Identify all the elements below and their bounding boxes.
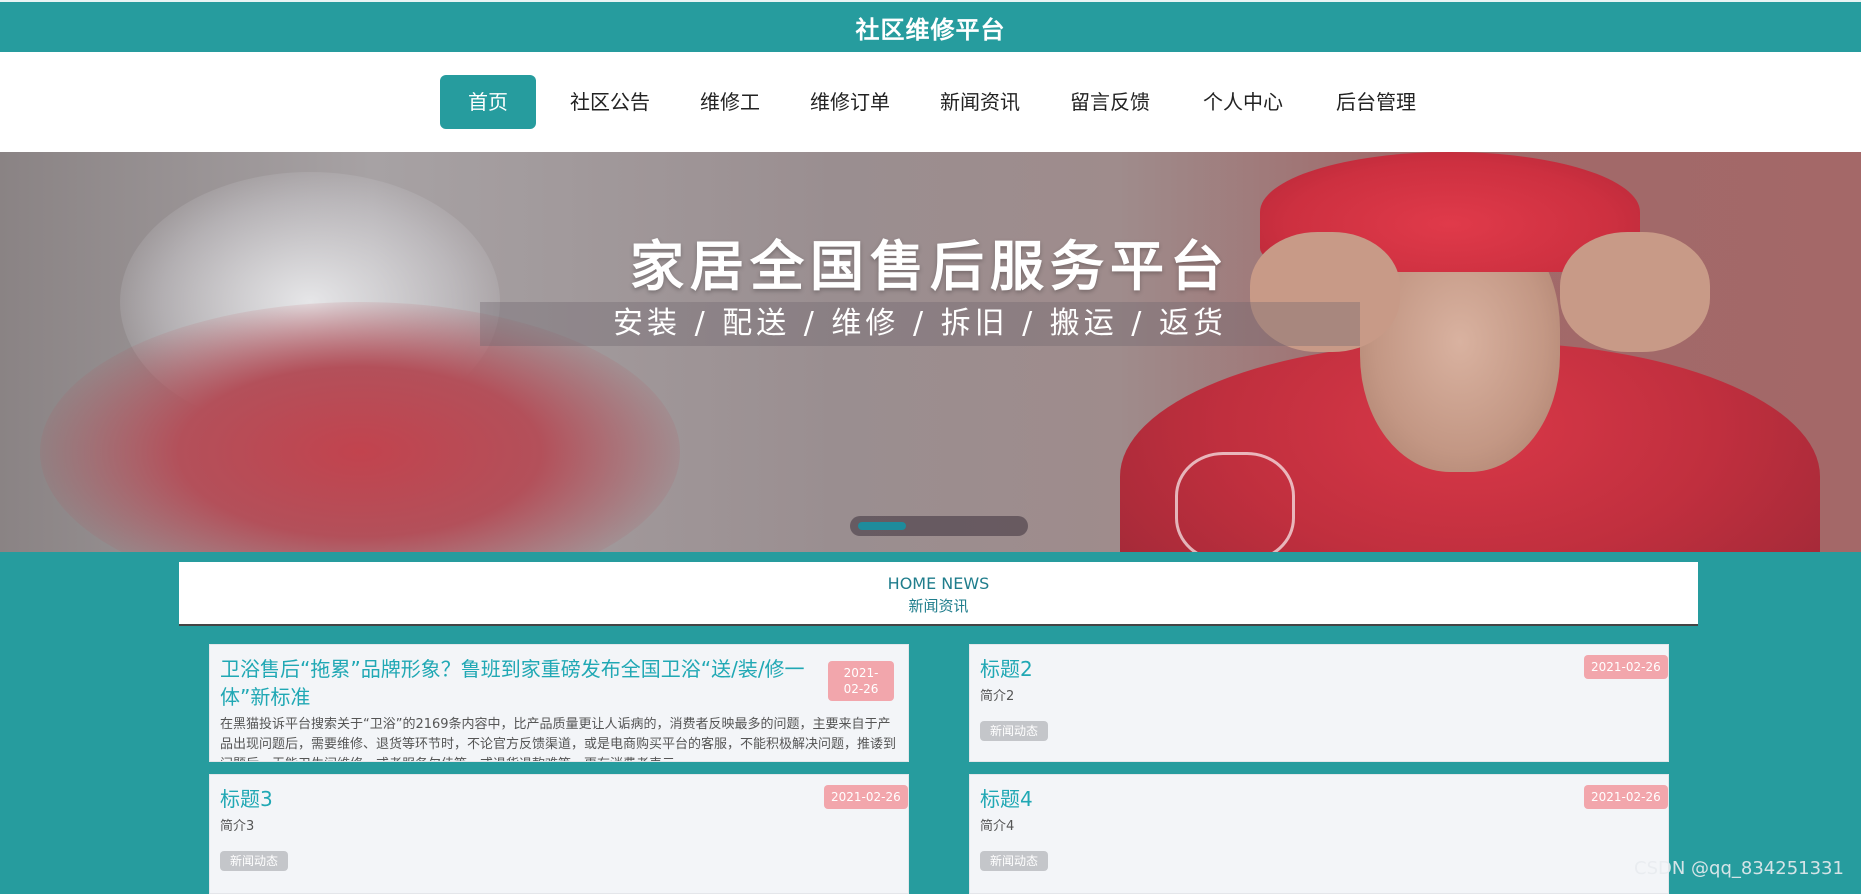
news-card-title[interactable]: 标题4 <box>980 785 1033 813</box>
nav-item-news[interactable]: 新闻资讯 <box>930 75 1030 129</box>
news-card-date: 2021-02-26 <box>824 785 908 809</box>
news-card[interactable]: 标题2 2021-02-26 简介2 新闻动态 <box>969 644 1669 762</box>
news-card-tag: 新闻动态 <box>980 721 1049 741</box>
news-card-summary: 在黑猫投诉平台搜索关于“卫浴”的2169条内容中，比产品质量更让人诟病的，消费者… <box>220 717 897 761</box>
nav-item-announcements[interactable]: 社区公告 <box>560 75 660 129</box>
news-card-title[interactable]: 标题2 <box>980 655 1033 683</box>
news-section-title-cn: 新闻资讯 <box>908 597 969 615</box>
banner-subhead: 安装 / 配送 / 维修 / 拆旧 / 搬运 / 返货 <box>480 302 1360 346</box>
news-card[interactable]: 标题4 2021-02-26 简介4 新闻动态 <box>969 774 1669 894</box>
carousel-indicator-active[interactable] <box>858 522 906 530</box>
news-card-title[interactable]: 卫浴售后“拖累”品牌形象？鲁班到家重磅发布全国卫浴“送/装/修一体”新标准 <box>220 655 820 711</box>
brand-logo-badge <box>1175 452 1295 552</box>
csdn-watermark: CSDN @qq_834251331 <box>1634 858 1844 879</box>
news-card-summary: 简介4 <box>980 819 1015 834</box>
carousel-indicators[interactable] <box>850 516 1028 536</box>
nav-item-repair-orders[interactable]: 维修订单 <box>800 75 900 129</box>
news-card-tag: 新闻动态 <box>980 851 1049 871</box>
news-card[interactable]: 标题3 2021-02-26 简介3 新闻动态 <box>209 774 909 894</box>
news-card-title[interactable]: 标题3 <box>220 785 273 813</box>
hero-carousel[interactable]: 家居全国售后服务平台 安装 / 配送 / 维修 / 拆旧 / 搬运 / 返货 <box>0 152 1861 552</box>
news-card-date: 2021-02-26 <box>828 661 894 701</box>
nav-item-feedback[interactable]: 留言反馈 <box>1060 75 1160 129</box>
news-card-tag: 新闻动态 <box>220 851 289 871</box>
news-section-title-en: HOME NEWS <box>887 574 990 593</box>
main-nav: 首页 社区公告 维修工 维修订单 新闻资讯 留言反馈 个人中心 后台管理 <box>0 52 1861 152</box>
site-title: 社区维修平台 <box>855 15 1006 44</box>
news-section-header: HOME NEWS 新闻资讯 <box>179 562 1698 626</box>
nav-item-admin[interactable]: 后台管理 <box>1326 75 1426 129</box>
news-card-summary: 简介3 <box>220 819 255 834</box>
site-header: 社区维修平台 <box>0 2 1861 52</box>
news-card[interactable]: 卫浴售后“拖累”品牌形象？鲁班到家重磅发布全国卫浴“送/装/修一体”新标准 20… <box>209 644 909 762</box>
news-card-summary: 简介2 <box>980 689 1015 704</box>
nav-item-personal-center[interactable]: 个人中心 <box>1193 75 1293 129</box>
news-card-date: 2021-02-26 <box>1584 655 1668 679</box>
banner-person-hand <box>1560 232 1710 352</box>
nav-item-home[interactable]: 首页 <box>440 75 536 129</box>
news-card-date: 2021-02-26 <box>1584 785 1668 809</box>
nav-item-repairmen[interactable]: 维修工 <box>690 75 770 129</box>
banner-headline: 家居全国售后服务平台 <box>630 235 1230 298</box>
